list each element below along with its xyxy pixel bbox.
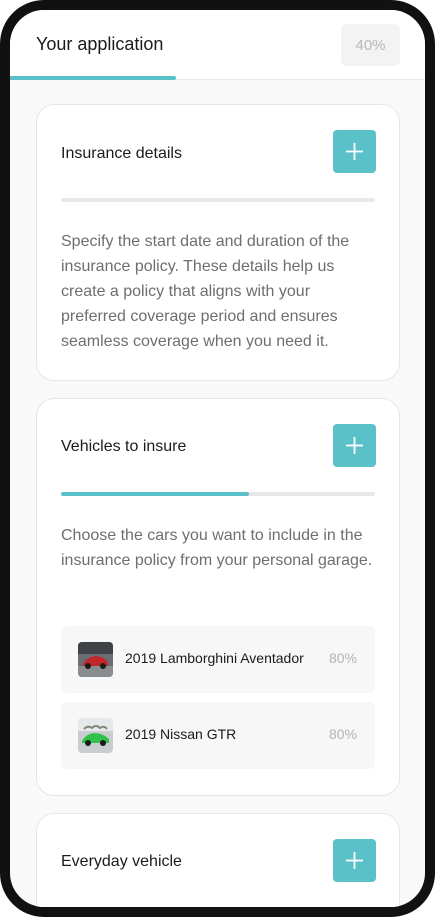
section-description: Choose the cars you want to include in t… bbox=[61, 527, 373, 569]
section-card-vehicles-to-insure: Vehicles to insure Choose the cars you w… bbox=[36, 398, 400, 796]
app-header: Your application 40% bbox=[10, 10, 425, 80]
section-progress-fill bbox=[61, 492, 249, 496]
vehicle-thumbnail bbox=[78, 718, 113, 753]
app-screen: Your application 40% Insurance details S… bbox=[10, 10, 425, 907]
add-insurance-details-button[interactable] bbox=[333, 130, 376, 173]
add-vehicle-button[interactable] bbox=[333, 424, 376, 467]
page-title: Your application bbox=[36, 34, 164, 54]
header-progress-bar bbox=[10, 76, 176, 80]
plus-icon bbox=[346, 437, 363, 454]
section-title: Everyday vehicle bbox=[61, 853, 182, 870]
plus-icon bbox=[346, 852, 363, 869]
section-card-insurance-details: Insurance details Specify the start date… bbox=[36, 104, 400, 381]
section-card-everyday-vehicle: Everyday vehicle bbox=[36, 813, 400, 907]
vehicle-name: 2019 Lamborghini Aventador bbox=[125, 650, 304, 666]
section-progress-track bbox=[61, 198, 375, 202]
overall-progress-badge: 40% bbox=[341, 24, 400, 66]
vehicle-progress: 80% bbox=[328, 650, 357, 666]
vehicle-thumbnail bbox=[78, 642, 113, 677]
device-frame: Your application 40% Insurance details S… bbox=[0, 0, 435, 917]
vehicle-progress: 80% bbox=[328, 726, 357, 742]
plus-icon bbox=[346, 143, 363, 160]
section-description: Specify the start date and duration of t… bbox=[61, 233, 350, 350]
vehicle-item[interactable]: 2019 Nissan GTR 80% bbox=[61, 702, 375, 769]
section-title: Insurance details bbox=[61, 145, 182, 162]
vehicle-item[interactable]: 2019 Lamborghini Aventador 80% bbox=[61, 626, 375, 693]
add-everyday-vehicle-button[interactable] bbox=[333, 839, 376, 882]
section-progress-track bbox=[61, 492, 375, 496]
section-title: Vehicles to insure bbox=[61, 438, 187, 455]
vehicle-name: 2019 Nissan GTR bbox=[125, 726, 237, 742]
